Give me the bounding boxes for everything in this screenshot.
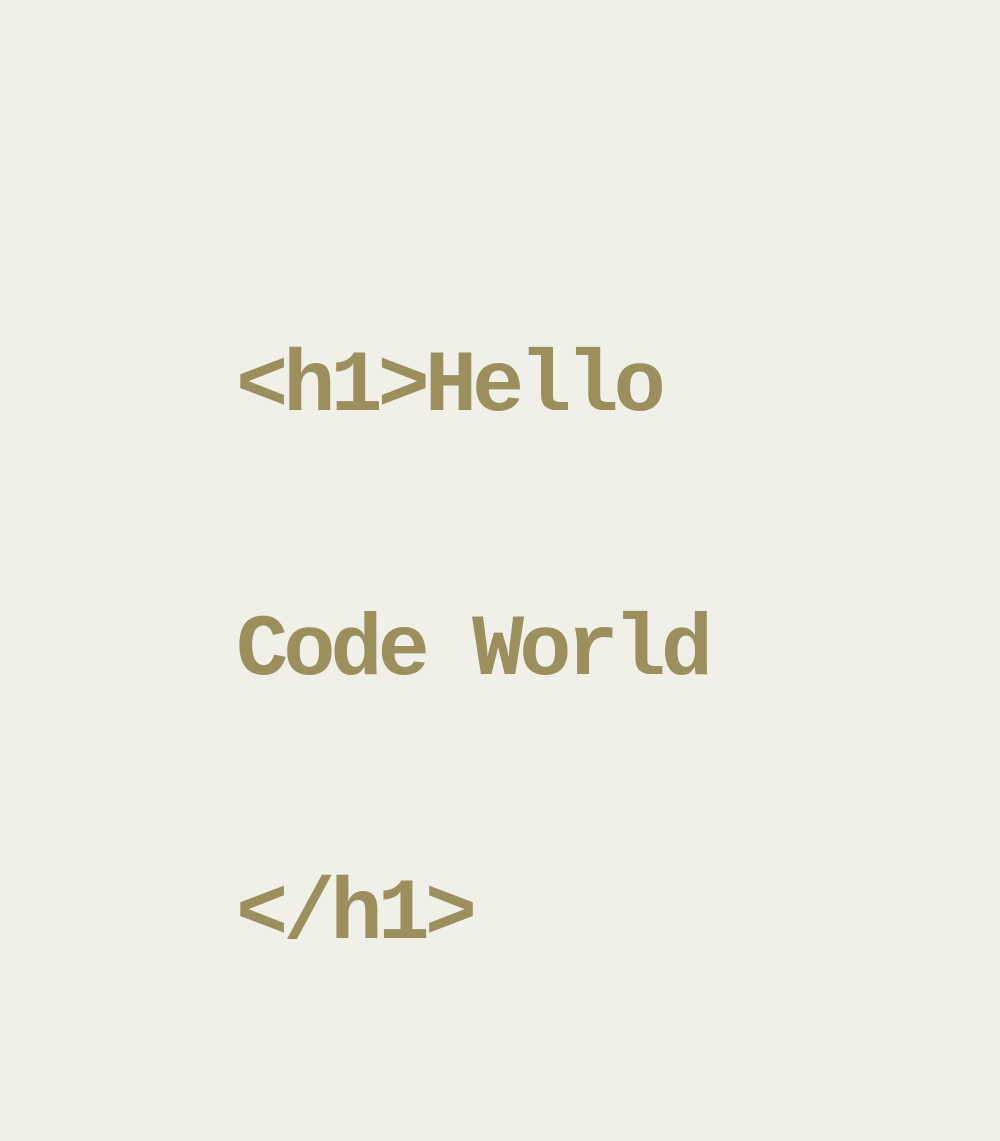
canvas: <h1>Hello Code World </h1> (0, 0, 1000, 960)
code-line-close-tag: </h1> (236, 867, 477, 965)
code-snippet: <h1>Hello Code World </h1> (236, 168, 713, 1136)
code-line-text: Code World (236, 603, 713, 701)
code-line-open-tag: <h1>Hello (236, 339, 666, 437)
